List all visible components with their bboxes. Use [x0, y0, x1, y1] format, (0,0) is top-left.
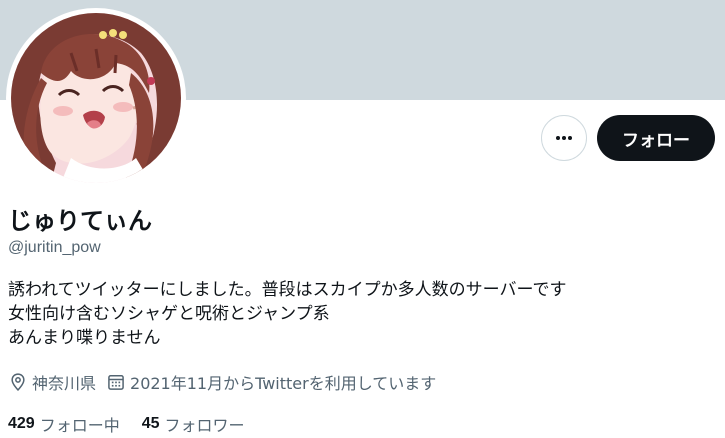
location-item: 神奈川県 — [8, 370, 96, 394]
more-options-button[interactable] — [541, 115, 587, 161]
calendar-icon — [108, 375, 124, 390]
user-handle: @juritin_pow — [8, 239, 101, 256]
location-text: 神奈川県 — [32, 374, 97, 393]
following-count: 429 — [8, 415, 35, 432]
follow-button[interactable]: フォロー — [597, 115, 715, 161]
bio-line: あんまり喋りません — [8, 328, 161, 348]
joined-text: 2021年11月からTwitterを利用しています — [130, 374, 437, 393]
following-link[interactable]: 429 フォロー中 — [8, 412, 120, 436]
avatar-illustration — [11, 13, 181, 183]
follow-counts: 429 フォロー中 45 フォロワー — [8, 413, 267, 435]
avatar[interactable] — [11, 13, 181, 183]
more-horizontal-icon — [556, 136, 572, 140]
profile-meta: 神奈川県 2021年11月からTwitterを利用しています — [8, 370, 446, 394]
profile-bio: 誘われてツイッターにしました。普段はスカイプか多人数のサーバーです 女性向け含む… — [8, 278, 566, 350]
followers-label: フォロワー — [164, 416, 245, 435]
bio-line: 誘われてツイッターにしました。普段はスカイプか多人数のサーバーです — [8, 280, 567, 300]
location-pin-icon — [11, 373, 25, 391]
followers-count: 45 — [141, 415, 160, 432]
joined-item: 2021年11月からTwitterを利用しています — [106, 370, 436, 394]
followers-link[interactable]: 45 フォロワー — [142, 412, 245, 436]
display-name: じゅりてぃん — [8, 207, 152, 235]
following-label: フォロー中 — [39, 416, 120, 435]
bio-line: 女性向け含むソシャゲと呪術とジャンプ系 — [8, 304, 330, 324]
